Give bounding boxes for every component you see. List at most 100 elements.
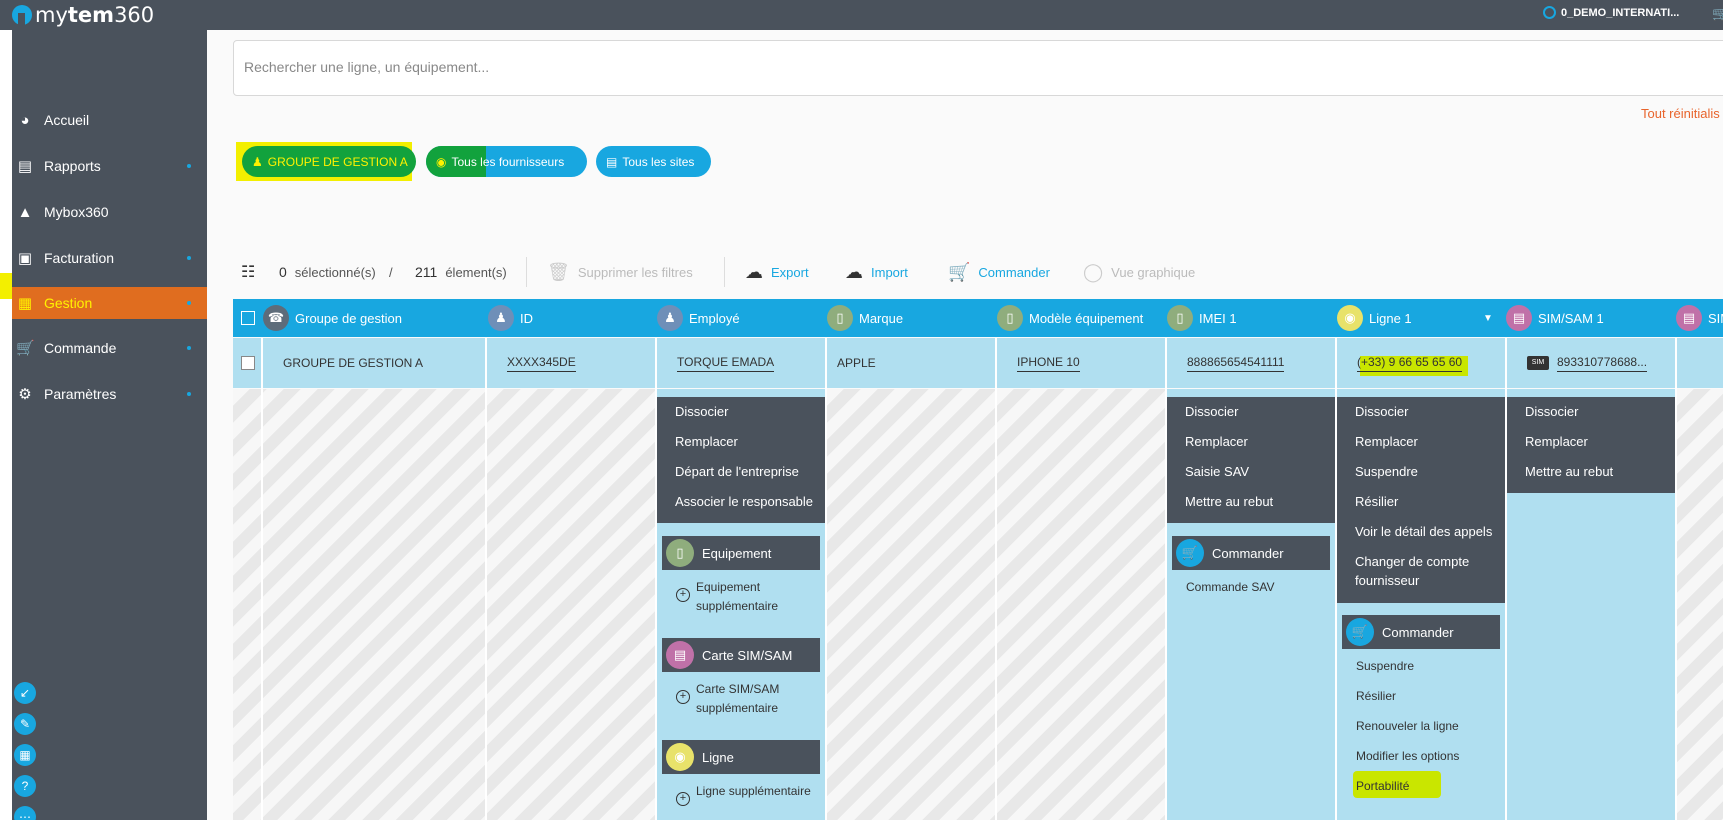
menu-item-replace[interactable]: Remplacer [657, 427, 825, 457]
add-equipment-item[interactable]: + Equipement supplémentaire [676, 578, 816, 616]
menu-item-replace[interactable]: Remplacer [1167, 427, 1335, 457]
menu-item-replace[interactable]: Remplacer [1337, 427, 1505, 457]
column-line[interactable]: ◉ Ligne 1 [1337, 299, 1412, 337]
cell-employee-value[interactable]: TORQUE EMADA [677, 355, 775, 372]
menu-item-terminate[interactable]: Résilier [1337, 487, 1505, 517]
filter-chip-suppliers[interactable]: ◉ Tous les fournisseurs [426, 146, 587, 177]
account-selector[interactable]: 0_DEMO_INTERNATI... [1543, 6, 1679, 19]
menu-item-modify-options[interactable]: Modifier les options [1356, 747, 1459, 766]
import-button[interactable]: ☁ Import [845, 257, 908, 287]
section-title: Commander [1382, 624, 1454, 640]
column-divider [995, 338, 997, 820]
cell-sim[interactable]: SIM 893310778688... [1527, 338, 1648, 388]
menu-item-replace[interactable]: Remplacer [1507, 427, 1675, 457]
plus-circle-icon: + [676, 588, 690, 602]
selection-count: 0 sélectionné(s) [279, 257, 376, 287]
column-id[interactable]: ♟ ID [488, 299, 533, 337]
menu-item-order-suspend[interactable]: Suspendre [1356, 657, 1414, 676]
filter-chip-sites[interactable]: ▤ Tous les sites [596, 146, 711, 177]
menu-item-call-details[interactable]: Voir le détail des appels [1337, 517, 1505, 547]
search-input[interactable]: Rechercher une ligne, un équipement... [233, 40, 1723, 96]
gear-icon: ⚙ [18, 386, 32, 403]
select-all-checkbox[interactable] [241, 299, 255, 337]
cart-icon[interactable]: 🛒 [1712, 6, 1723, 22]
sidebar-item-label: Rapports [44, 158, 101, 174]
cloud-download-icon: ☁ [745, 261, 763, 282]
brush-icon[interactable]: ✎ [14, 713, 36, 735]
menu-item-suspend[interactable]: Suspendre [1337, 457, 1505, 487]
menu-item-after-sales-order[interactable]: Commande SAV [1186, 578, 1274, 597]
empty-cell-area [827, 389, 995, 820]
row-checkbox[interactable] [241, 338, 255, 388]
column-employee[interactable]: ♟ Employé [657, 299, 740, 337]
trash-icon: 🗑 [547, 261, 570, 282]
column-management-group[interactable]: ☎ Groupe de gestion [263, 299, 402, 337]
checkbox[interactable] [241, 311, 255, 325]
section-line-header: ◉ Ligne [662, 740, 820, 774]
add-sim-item[interactable]: + Carte SIM/SAM supplémentaire [676, 680, 816, 718]
column-sim-2[interactable]: ▤ SIM [1676, 299, 1723, 337]
column-menu-caret-icon[interactable]: ▼ [1483, 299, 1493, 337]
cell-imei-value[interactable]: 888865654541111 [1187, 355, 1285, 372]
menu-item-dissociate[interactable]: Dissocier [1507, 397, 1675, 427]
sidebar-item-mybox360[interactable]: ▲ Mybox360 [12, 196, 207, 228]
sidebar-item-parametres[interactable]: ⚙ Paramètres [12, 378, 207, 410]
reset-filters-link[interactable]: Tout réinitialis [1641, 106, 1720, 121]
cell-model[interactable]: IPHONE 10 [1017, 338, 1080, 388]
collapse-icon[interactable]: ↙ [14, 682, 36, 704]
section-sim-header: ▤ Carte SIM/SAM [662, 638, 820, 672]
app-logo[interactable]: my tem 360 [12, 3, 154, 27]
cell-line-value[interactable]: (+33) 9 66 65 65 60 [1357, 355, 1463, 372]
cell-imei[interactable]: 888865654541111 [1187, 338, 1285, 388]
menu-item-portability[interactable]: Portabilité [1356, 777, 1409, 796]
cell-sim-value[interactable]: 893310778688... [1557, 355, 1648, 372]
menu-item-dissociate[interactable]: Dissocier [1337, 397, 1505, 427]
plus-circle-icon: + [676, 690, 690, 704]
sidebar-item-facturation[interactable]: ▣ Facturation [12, 242, 207, 274]
checkbox[interactable] [241, 356, 255, 370]
help-icon[interactable]: ? [14, 775, 36, 797]
clear-filters-button[interactable]: 🗑 Supprimer les filtres [547, 257, 693, 287]
menu-item-assign-manager[interactable]: Associer le responsable [657, 487, 825, 517]
sidebar-tools: ↙ ✎ ▦ ? ⋯ [14, 682, 36, 820]
export-button[interactable]: ☁ Export [745, 257, 809, 287]
sidebar-item-accueil[interactable]: ◕ Accueil [12, 104, 207, 136]
menu-item-scrap[interactable]: Mettre au rebut [1167, 487, 1335, 517]
column-brand[interactable]: ▯ Marque [827, 299, 903, 337]
add-line-item[interactable]: + Ligne supplémentaire [676, 782, 816, 806]
menu-item-renew-line[interactable]: Renouveler la ligne [1356, 717, 1459, 736]
cell-id-value[interactable]: XXXX345DE [507, 355, 576, 372]
grid-menu-icon[interactable]: ☷ [241, 257, 255, 287]
filter-chip-management-group[interactable]: ♟ GROUPE DE GESTION A [242, 146, 416, 177]
menu-item-order-terminate[interactable]: Résilier [1356, 687, 1396, 706]
order-button[interactable]: 🛒 Commander [948, 257, 1050, 287]
top-bar: my tem 360 0_DEMO_INTERNATI... 🛒 [0, 0, 1723, 30]
table-row[interactable]: GROUPE DE GESTION A XXXX345DE TORQUE EMA… [233, 338, 1723, 388]
selected-count: 0 [279, 264, 287, 280]
cell-id[interactable]: XXXX345DE [507, 338, 576, 388]
sidebar-item-gestion[interactable]: ▦ Gestion [12, 287, 207, 319]
more-icon[interactable]: ⋯ [14, 806, 36, 820]
filter-chip-label: GROUPE DE GESTION A [267, 154, 408, 169]
cell-employee[interactable]: TORQUE EMADA [677, 338, 775, 388]
menu-item-after-sales[interactable]: Saisie SAV [1167, 457, 1335, 487]
calculator-icon[interactable]: ▦ [14, 744, 36, 766]
menu-item-scrap[interactable]: Mettre au rebut [1507, 457, 1675, 487]
sidebar-item-rapports[interactable]: ▤ Rapports [12, 150, 207, 182]
sidebar-item-commande[interactable]: 🛒 Commande [12, 332, 207, 364]
cell-model-value[interactable]: IPHONE 10 [1017, 355, 1080, 372]
imei-order-header: 🛒 Commander [1172, 536, 1330, 570]
graph-view-button[interactable]: ◯ Vue graphique [1083, 257, 1195, 287]
menu-item-dissociate[interactable]: Dissocier [1167, 397, 1335, 427]
menu-item-dissociate[interactable]: Dissocier [657, 397, 825, 427]
column-imei[interactable]: ▯ IMEI 1 [1167, 299, 1237, 337]
cell-line[interactable]: (+33) 9 66 65 65 60 [1357, 338, 1463, 388]
expand-dot-icon [187, 392, 191, 396]
column-label: Modèle équipement [1029, 310, 1144, 326]
menu-item-change-supplier-account[interactable]: Changer de compte fournisseur [1337, 547, 1505, 595]
column-sim[interactable]: ▤ SIM/SAM 1 [1506, 299, 1604, 337]
column-label: Groupe de gestion [295, 310, 402, 326]
logo-text-prefix: my [35, 3, 68, 27]
column-model[interactable]: ▯ Modèle équipement [997, 299, 1143, 337]
menu-item-leave-company[interactable]: Départ de l'entreprise [657, 457, 825, 487]
